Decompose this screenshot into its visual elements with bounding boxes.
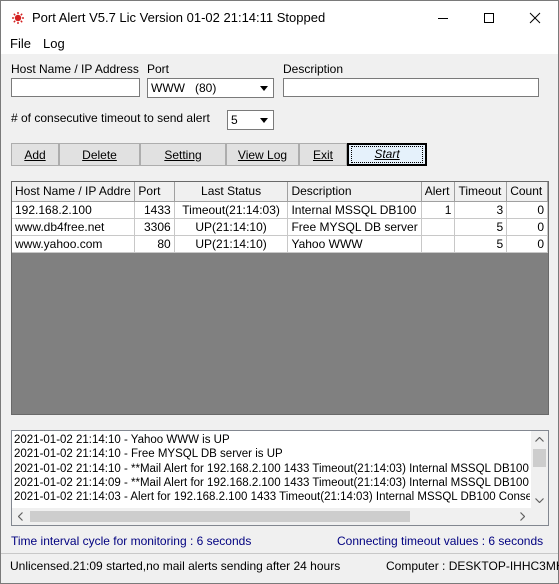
cell-alert bbox=[421, 218, 456, 236]
monitor-table: Host Name / IP Addre Port Last Status De… bbox=[12, 182, 548, 253]
menu-log[interactable]: Log bbox=[43, 36, 65, 51]
scroll-down-icon[interactable] bbox=[531, 492, 548, 509]
scroll-up-icon[interactable] bbox=[531, 431, 548, 448]
cell-host: 192.168.2.100 bbox=[12, 201, 136, 219]
scroll-right-icon[interactable] bbox=[514, 508, 531, 525]
log-list[interactable]: 2021-01-02 21:14:10 - Yahoo WWW is UP 20… bbox=[11, 430, 549, 526]
cell-description: Yahoo WWW bbox=[287, 235, 422, 253]
log-line[interactable]: 2021-01-02 21:14:10 - **Mail Alert for 1… bbox=[14, 462, 530, 476]
connect-timeout-status: Connecting timeout values : 6 seconds bbox=[337, 534, 544, 548]
maximize-icon bbox=[484, 13, 494, 23]
close-button[interactable] bbox=[512, 1, 558, 35]
column-header-last-status[interactable]: Last Status bbox=[174, 182, 289, 202]
host-input[interactable] bbox=[11, 78, 140, 97]
timeout-count-label: # of consecutive timeout to send alert bbox=[11, 111, 210, 125]
log-line[interactable]: 2021-01-02 21:14:10 - Free MYSQL DB serv… bbox=[14, 447, 530, 461]
menu-file[interactable]: File bbox=[10, 36, 31, 51]
exit-button[interactable]: Exit bbox=[299, 143, 347, 166]
app-icon bbox=[10, 10, 26, 26]
cell-port: 1433 bbox=[134, 201, 175, 219]
minimize-button[interactable] bbox=[420, 1, 466, 35]
table-row[interactable]: www.db4free.net 3306 UP(21:14:10) Free M… bbox=[12, 218, 548, 236]
window-title: Port Alert V5.7 Lic Version 01-02 21:14:… bbox=[32, 10, 326, 25]
cell-host: www.yahoo.com bbox=[12, 235, 136, 253]
column-header-alert[interactable]: Alert bbox=[421, 182, 456, 202]
cell-host: www.db4free.net bbox=[12, 218, 136, 236]
cell-alert: 1 bbox=[421, 201, 456, 219]
cell-alert bbox=[421, 235, 456, 253]
status-bar: Unlicensed.21:09 started,no mail alerts … bbox=[1, 553, 559, 583]
cell-timeout: 5 bbox=[454, 218, 508, 236]
scrollbar-corner bbox=[531, 508, 548, 525]
chevron-down-icon[interactable] bbox=[256, 80, 272, 96]
description-label: Description bbox=[283, 62, 344, 76]
cell-last-status: Timeout(21:14:03) bbox=[174, 201, 289, 219]
cell-port: 3306 bbox=[134, 218, 175, 236]
chevron-down-icon[interactable] bbox=[256, 112, 272, 128]
start-button-label: Start bbox=[351, 146, 423, 163]
computer-name: Computer : DESKTOP-IHHC3MH bbox=[386, 559, 559, 573]
cell-description: Free MYSQL DB server bbox=[287, 218, 422, 236]
view-log-button[interactable]: View Log bbox=[226, 143, 299, 166]
scroll-left-icon[interactable] bbox=[12, 508, 29, 525]
cell-port: 80 bbox=[134, 235, 175, 253]
cell-last-status: UP(21:14:10) bbox=[174, 235, 289, 253]
timeout-count-select[interactable]: 5 bbox=[227, 110, 274, 130]
column-header-timeout[interactable]: Timeout bbox=[454, 182, 508, 202]
port-select[interactable]: WWW (80) bbox=[147, 78, 274, 98]
vertical-scroll-thumb[interactable] bbox=[533, 449, 546, 467]
table-row[interactable]: 192.168.2.100 1433 Timeout(21:14:03) Int… bbox=[12, 201, 548, 219]
host-label: Host Name / IP Address bbox=[11, 62, 139, 76]
column-header-description[interactable]: Description bbox=[287, 182, 422, 202]
minimize-icon bbox=[438, 18, 448, 19]
port-select-value: WWW (80) bbox=[151, 81, 217, 95]
vertical-scrollbar[interactable] bbox=[531, 431, 548, 509]
add-button[interactable]: Add bbox=[11, 143, 59, 166]
menu-bar: File Log bbox=[1, 35, 558, 54]
cell-timeout: 5 bbox=[454, 235, 508, 253]
cell-count: 0 bbox=[506, 201, 548, 219]
log-lines: 2021-01-02 21:14:10 - Yahoo WWW is UP 20… bbox=[14, 433, 530, 507]
monitor-grid[interactable]: Host Name / IP Addre Port Last Status De… bbox=[11, 181, 549, 415]
license-status: Unlicensed.21:09 started,no mail alerts … bbox=[10, 559, 341, 573]
interval-status: Time interval cycle for monitoring : 6 s… bbox=[11, 534, 252, 548]
cell-count: 0 bbox=[506, 235, 548, 253]
app-window: Port Alert V5.7 Lic Version 01-02 21:14:… bbox=[0, 0, 559, 584]
horizontal-scrollbar[interactable] bbox=[12, 508, 531, 525]
horizontal-scroll-thumb[interactable] bbox=[30, 511, 410, 522]
column-header-host[interactable]: Host Name / IP Addre bbox=[12, 182, 136, 202]
timeout-count-value: 5 bbox=[231, 113, 238, 127]
cell-timeout: 3 bbox=[454, 201, 508, 219]
maximize-button[interactable] bbox=[466, 1, 512, 35]
close-icon bbox=[529, 12, 541, 24]
delete-button[interactable]: Delete bbox=[59, 143, 140, 166]
table-row[interactable]: www.yahoo.com 80 UP(21:14:10) Yahoo WWW … bbox=[12, 235, 548, 253]
cell-last-status: UP(21:14:10) bbox=[174, 218, 289, 236]
table-header-row: Host Name / IP Addre Port Last Status De… bbox=[12, 182, 548, 202]
log-line[interactable]: 2021-01-02 21:14:10 - Yahoo WWW is UP bbox=[14, 433, 530, 447]
description-input[interactable] bbox=[283, 78, 539, 97]
title-bar: Port Alert V5.7 Lic Version 01-02 21:14:… bbox=[1, 1, 558, 35]
setting-button[interactable]: Setting bbox=[140, 143, 226, 166]
log-line[interactable]: 2021-01-02 21:14:03 - Alert for 192.168.… bbox=[14, 490, 530, 504]
column-header-count[interactable]: Count bbox=[506, 182, 548, 202]
cell-description: Internal MSSQL DB100 bbox=[287, 201, 422, 219]
cell-count: 0 bbox=[506, 218, 548, 236]
port-label: Port bbox=[147, 62, 170, 76]
start-button[interactable]: Start bbox=[347, 143, 427, 166]
column-header-port[interactable]: Port bbox=[134, 182, 175, 202]
log-line[interactable]: 2021-01-02 21:14:09 - **Mail Alert for 1… bbox=[14, 476, 530, 490]
